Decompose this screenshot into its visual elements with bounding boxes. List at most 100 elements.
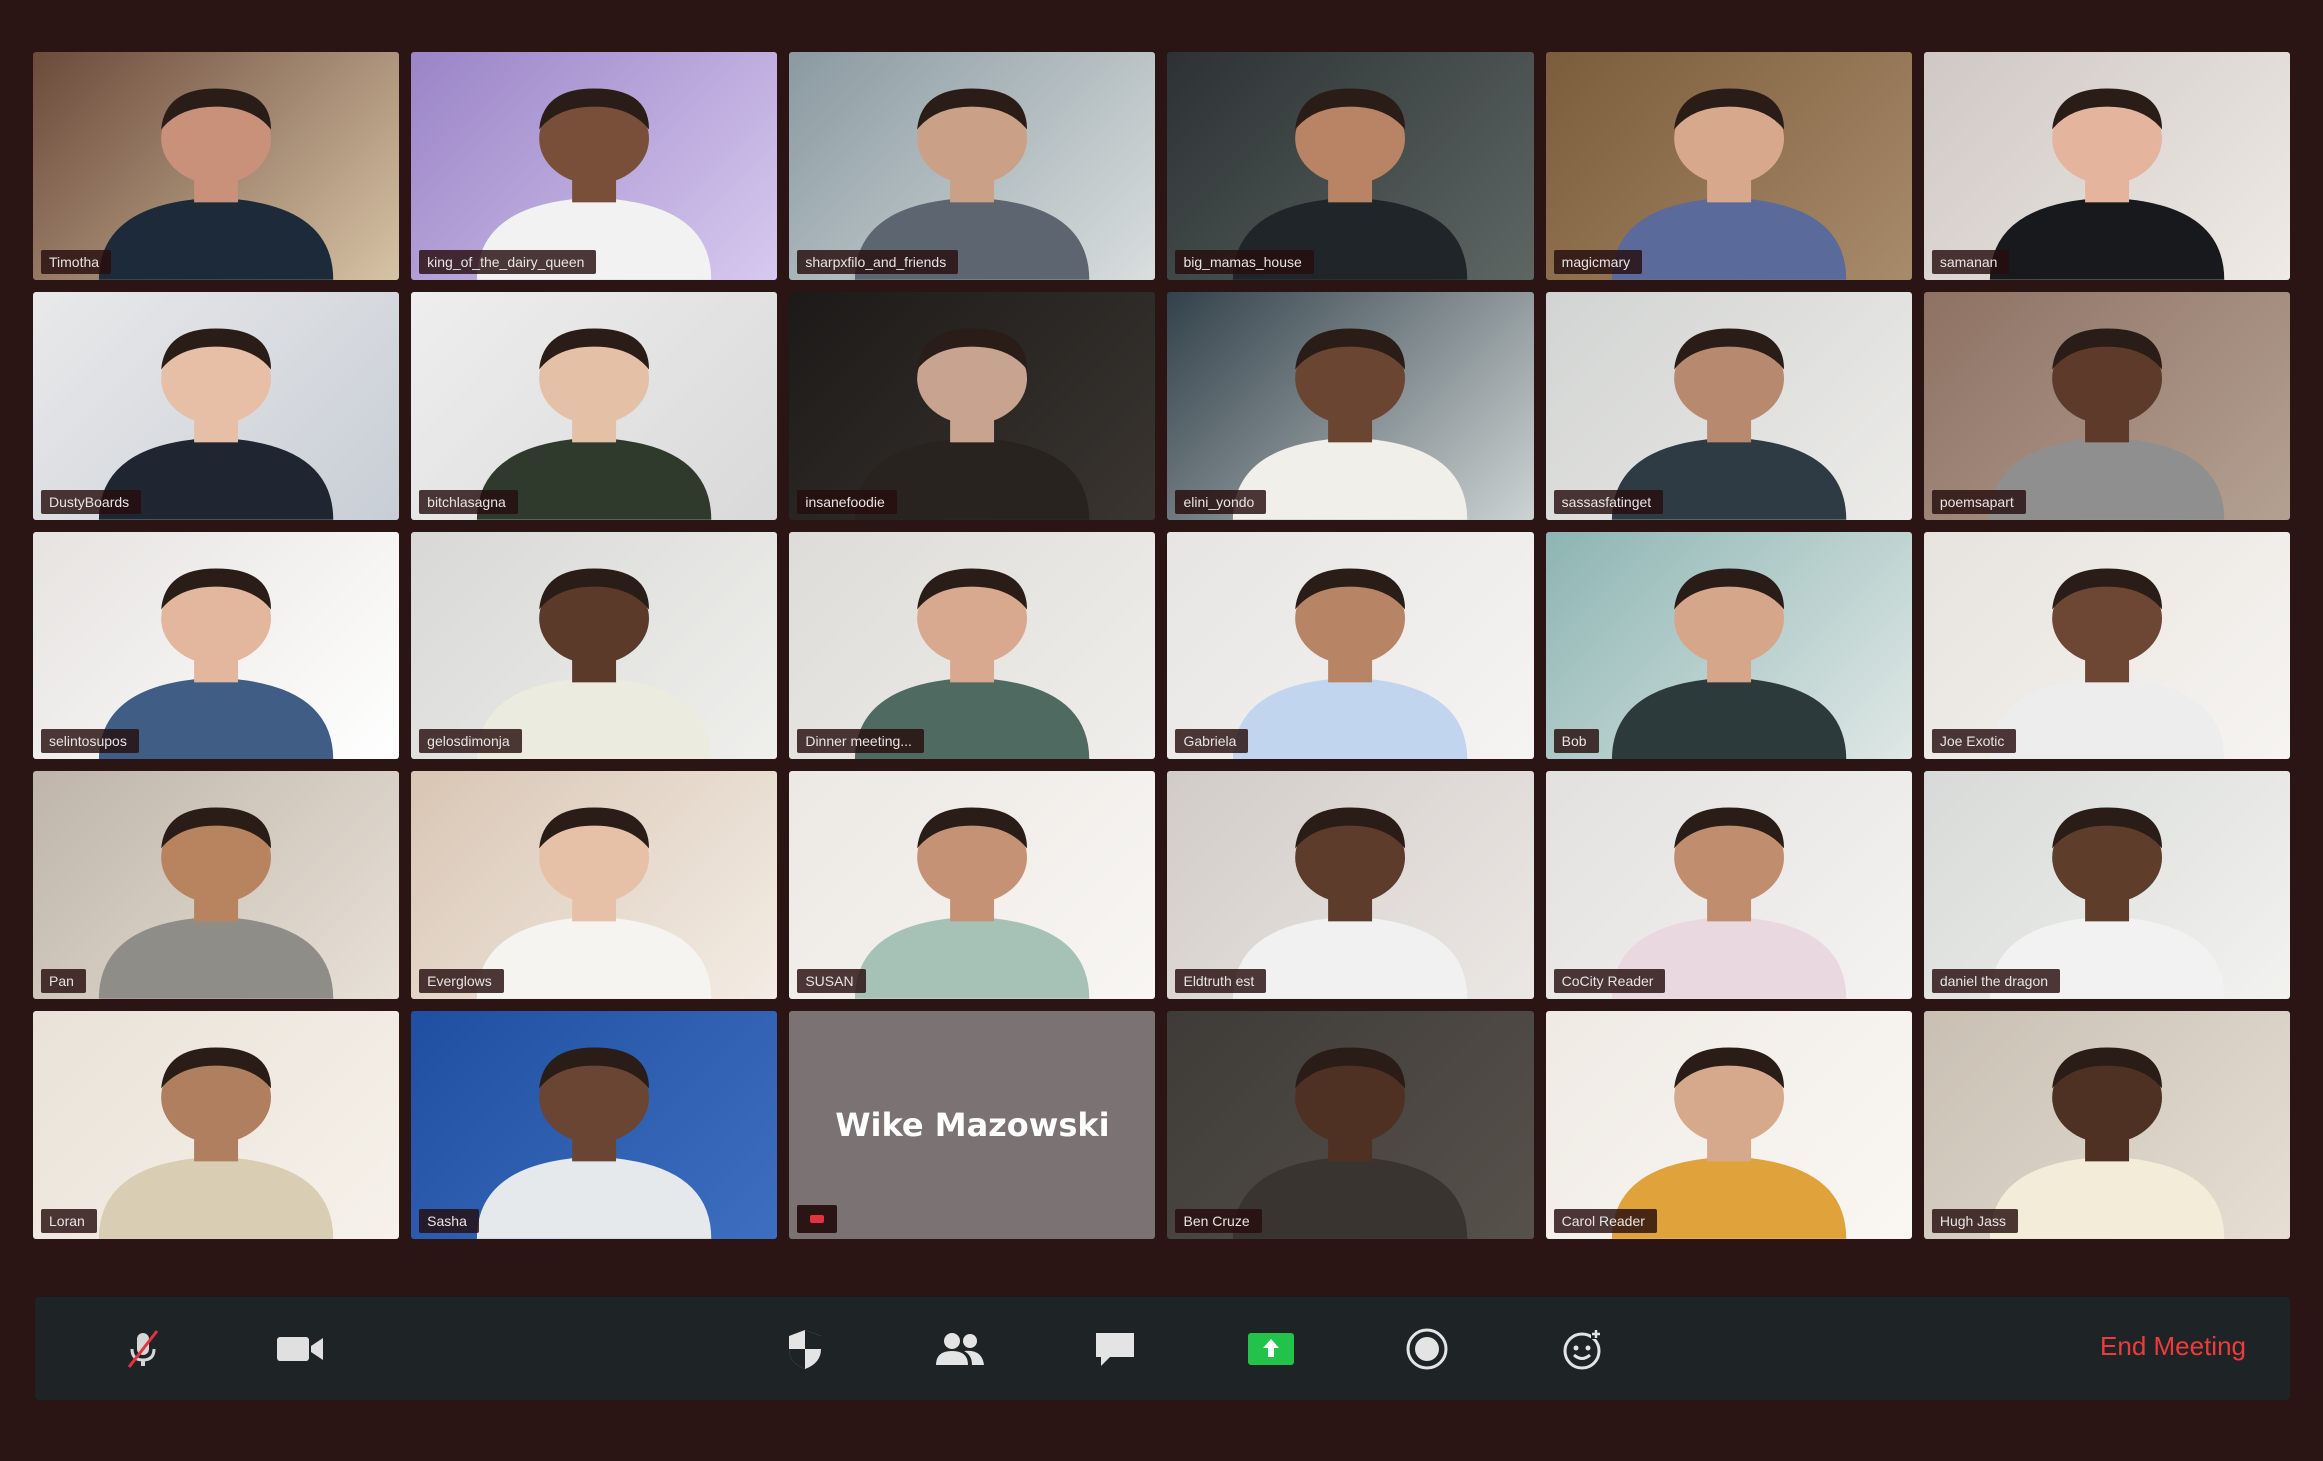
reactions-button[interactable] xyxy=(1552,1319,1612,1379)
meeting-toolbar: End Meeting xyxy=(35,1297,2290,1400)
participant-name: poemsapart xyxy=(1931,489,2026,514)
participant-tile[interactable]: daniel the dragon xyxy=(1923,771,2290,1000)
participant-name: selintosupos xyxy=(41,729,139,754)
security-button[interactable] xyxy=(775,1319,835,1379)
participant-tile[interactable]: selintosupos xyxy=(33,531,400,760)
participant-tile[interactable]: poemsapart xyxy=(1923,291,2290,520)
participant-tile[interactable]: sassasfatinget xyxy=(1545,291,1912,520)
participant-tile[interactable]: Carol Reader xyxy=(1545,1011,1912,1239)
participant-tile[interactable]: elini_yondo xyxy=(1167,291,1534,520)
participant-tile[interactable]: Timotha xyxy=(33,52,400,280)
record-button[interactable] xyxy=(1397,1319,1457,1379)
participant-tile[interactable]: big_mamas_house xyxy=(1167,52,1534,280)
participant-tile[interactable]: SUSAN xyxy=(789,771,1156,1000)
participant-video xyxy=(98,807,334,1000)
participant-tile[interactable]: Gabriela xyxy=(1167,531,1534,760)
participant-tile[interactable]: king_of_the_dairy_queen xyxy=(411,52,778,280)
participant-tile[interactable]: Dinner meeting... xyxy=(789,531,1156,760)
participant-name: gelosdimonja xyxy=(419,729,522,754)
participant-name: Joe Exotic xyxy=(1931,729,2017,754)
participant-name: Hugh Jass xyxy=(1931,1209,2018,1233)
participant-shoulders xyxy=(1611,197,1846,280)
participant-tile[interactable]: Sasha xyxy=(411,1011,778,1239)
participant-name: Timotha xyxy=(41,249,112,274)
participant-name: DustyBoards xyxy=(41,489,142,514)
participant-tile[interactable]: samanan xyxy=(1923,52,2290,280)
participant-video xyxy=(1989,1047,2225,1239)
participant-tile[interactable]: Hugh Jass xyxy=(1923,1011,2290,1239)
participant-grid: Timotha king_of_the_dairy_queen sharpxfi… xyxy=(33,52,2290,1239)
microphone-muted-icon xyxy=(127,1330,159,1368)
participant-video xyxy=(98,1047,334,1239)
participant-shoulders xyxy=(1989,677,2225,760)
participant-name: Bob xyxy=(1553,729,1599,754)
security-shield-icon xyxy=(789,1330,821,1369)
chat-button[interactable] xyxy=(1085,1319,1145,1379)
participants-icon xyxy=(936,1333,984,1365)
participant-shoulders xyxy=(1233,677,1468,760)
participant-tile[interactable]: bitchlasagna xyxy=(411,291,778,520)
participant-video xyxy=(98,568,334,760)
participant-name: insanefoodie xyxy=(797,489,897,514)
participant-video xyxy=(477,1047,712,1239)
reactions-icon xyxy=(1563,1329,1601,1370)
participant-video xyxy=(855,88,1090,280)
participant-name: Eldtruth est xyxy=(1175,969,1267,994)
stop-video-button[interactable] xyxy=(270,1319,330,1379)
participant-tile[interactable]: Ben Cruze xyxy=(1167,1011,1534,1239)
participant-name: Everglows xyxy=(419,969,504,994)
participant-tile[interactable]: Pan xyxy=(33,771,400,1000)
participant-video xyxy=(1233,1047,1468,1239)
muted-microphone-badge xyxy=(797,1205,838,1233)
participant-tile[interactable]: Eldtruth est xyxy=(1167,771,1534,1000)
participant-video xyxy=(477,568,712,760)
participant-tile[interactable]: Joe Exotic xyxy=(1923,531,2290,760)
participant-name: elini_yondo xyxy=(1175,489,1267,514)
participant-name: king_of_the_dairy_queen xyxy=(419,249,597,274)
participant-shoulders xyxy=(98,1156,334,1239)
participant-shoulders xyxy=(1233,917,1468,1000)
participant-video xyxy=(1989,88,2225,280)
participant-shoulders xyxy=(1233,437,1468,520)
participant-video xyxy=(1611,1047,1846,1239)
participant-name: big_mamas_house xyxy=(1175,249,1314,274)
participant-name: Ben Cruze xyxy=(1175,1209,1262,1233)
participant-tile[interactable]: insanefoodie xyxy=(789,291,1156,520)
participant-name: sharpxfilo_and_friends xyxy=(797,249,959,274)
participant-tile[interactable]: DustyBoards xyxy=(33,291,400,520)
participant-shoulders xyxy=(1989,1156,2225,1239)
participant-name: Gabriela xyxy=(1175,729,1249,754)
participant-video xyxy=(1611,328,1846,520)
participant-video xyxy=(855,328,1090,520)
participant-name: CoCity Reader xyxy=(1553,969,1666,994)
participant-name: Carol Reader xyxy=(1553,1209,1657,1233)
participant-tile-video-off[interactable]: Wike Mazowski xyxy=(789,1011,1156,1239)
share-screen-button[interactable] xyxy=(1241,1319,1301,1379)
participant-tile[interactable]: Bob xyxy=(1545,531,1912,760)
participant-video xyxy=(855,807,1090,1000)
participant-name: magicmary xyxy=(1553,249,1643,274)
participant-tile[interactable]: sharpxfilo_and_friends xyxy=(789,52,1156,280)
mute-button[interactable] xyxy=(113,1319,173,1379)
participant-name: SUSAN xyxy=(797,969,866,994)
video-camera-icon xyxy=(277,1337,323,1361)
participant-video xyxy=(1989,568,2225,760)
participant-video xyxy=(477,328,712,520)
participant-video xyxy=(855,568,1090,760)
participant-tile[interactable]: magicmary xyxy=(1545,52,1912,280)
participant-name: daniel the dragon xyxy=(1931,969,2061,994)
participant-tile[interactable]: Everglows xyxy=(411,771,778,1000)
participant-tile[interactable]: CoCity Reader xyxy=(1545,771,1912,1000)
participants-button[interactable] xyxy=(930,1319,990,1379)
participant-tile[interactable]: gelosdimonja xyxy=(411,531,778,760)
participant-video xyxy=(1233,328,1468,520)
participant-shoulders xyxy=(1611,677,1846,760)
participant-tile[interactable]: Loran xyxy=(33,1011,400,1239)
end-meeting-button[interactable]: End Meeting xyxy=(2100,1331,2246,1362)
participant-video xyxy=(98,88,334,280)
participant-shoulders xyxy=(477,1156,712,1239)
participant-video xyxy=(1611,88,1846,280)
participant-video xyxy=(1611,807,1846,1000)
participant-shoulders xyxy=(98,197,334,280)
participant-video xyxy=(98,328,334,520)
